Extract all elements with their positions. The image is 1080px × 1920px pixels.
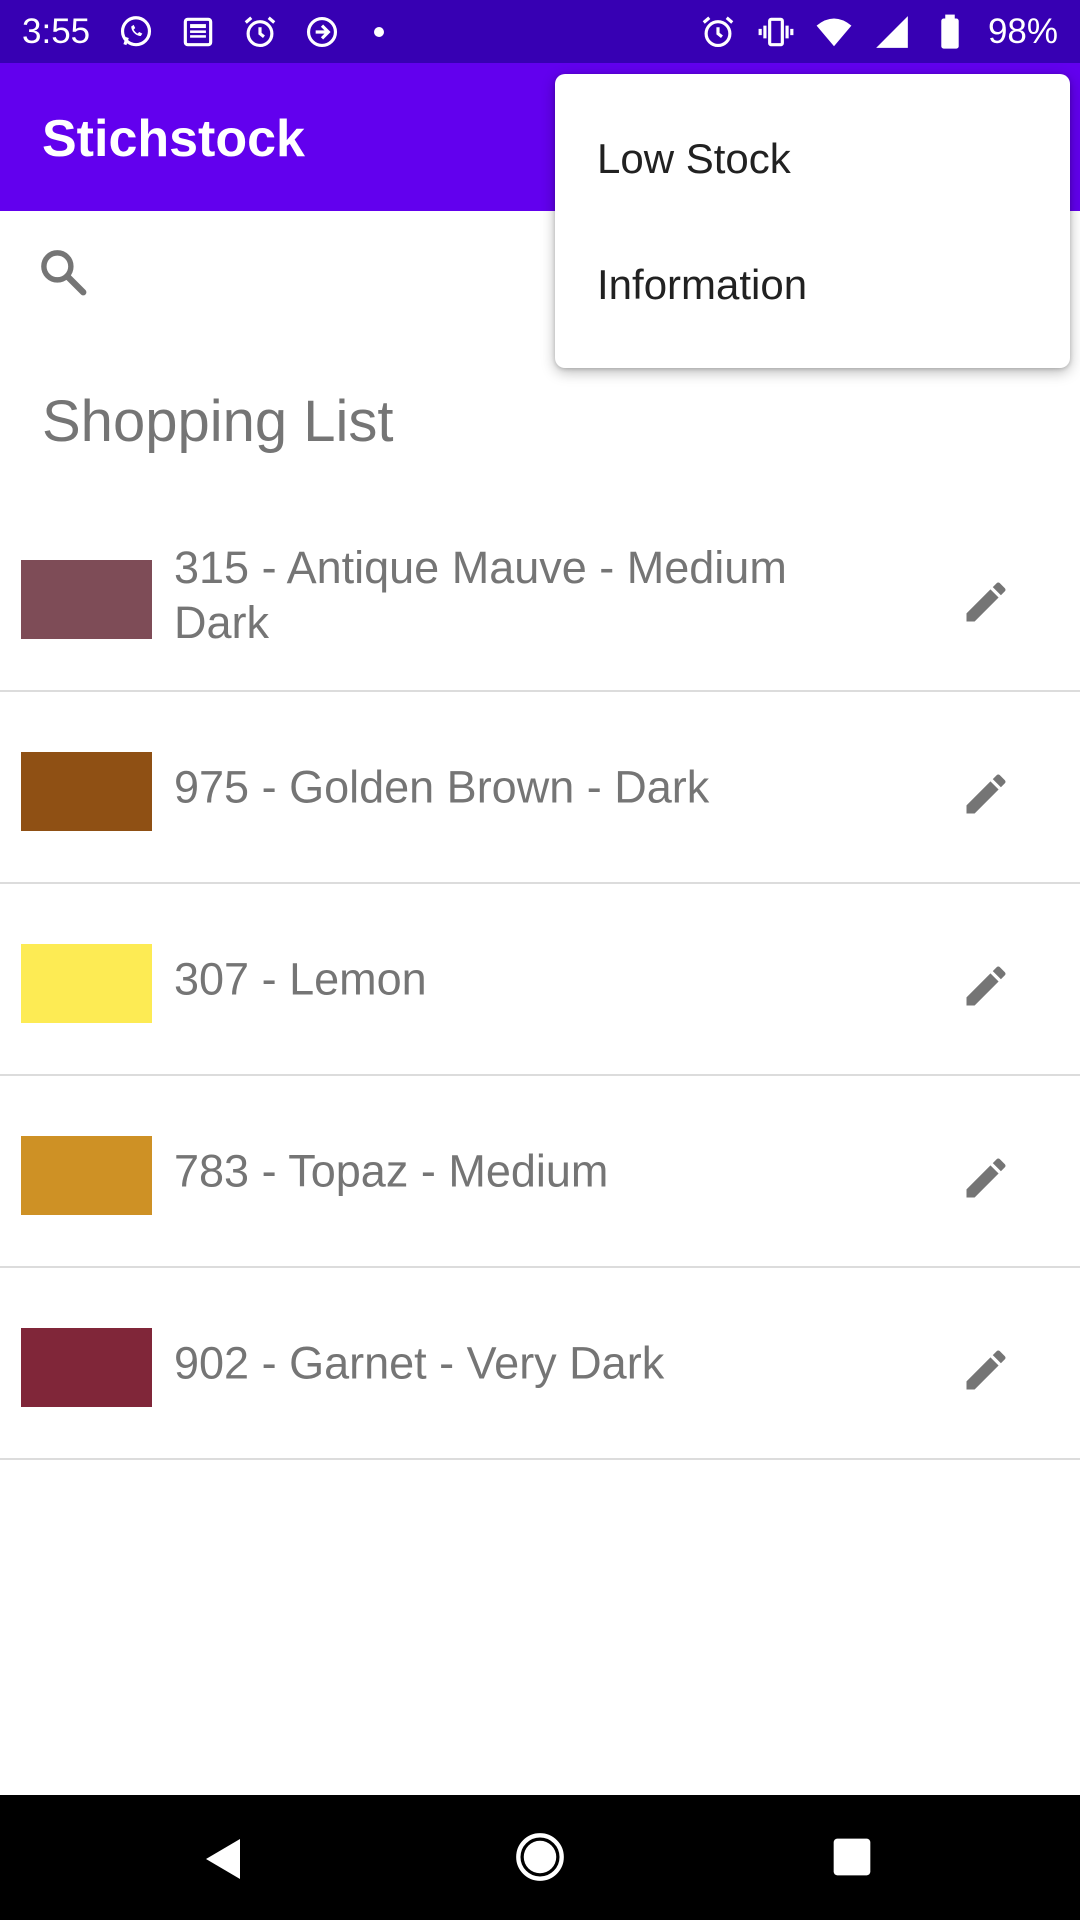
home-icon[interactable] [514, 1831, 566, 1883]
overflow-menu: Low Stock Information [555, 74, 1070, 368]
notification-dot [374, 26, 385, 37]
alarm-icon [698, 12, 738, 52]
battery-percentage: 98% [987, 11, 1058, 51]
item-label: 902 - Garnet - Very Dark [174, 1337, 665, 1389]
app-title: Stichstock [42, 110, 305, 168]
item-label: 975 - Golden Brown - Dark [174, 761, 710, 813]
menu-item-information[interactable]: Information [555, 222, 1070, 348]
pencil-icon [966, 1158, 1006, 1198]
pencil-icon [966, 582, 1006, 622]
status-bar: 3:55 98% [0, 0, 1080, 63]
search-icon[interactable] [36, 245, 90, 299]
navigation-bar [0, 1795, 1080, 1920]
alarm-icon [240, 12, 280, 52]
status-right-icons: 98% [698, 12, 1058, 52]
item-label: 307 - Lemon [174, 953, 427, 1005]
edit-button[interactable] [960, 1344, 1012, 1396]
list-item[interactable]: 307 - Lemon [0, 884, 1080, 1076]
edit-button[interactable] [960, 1152, 1012, 1204]
vibrate-icon [756, 12, 796, 52]
item-label: 783 - Topaz - Medium [174, 1145, 609, 1197]
signal-icon [872, 12, 912, 52]
news-icon [178, 12, 218, 52]
list-item[interactable]: 902 - Garnet - Very Dark [0, 1268, 1080, 1460]
wifi-icon [814, 12, 854, 52]
list-item[interactable]: 783 - Topaz - Medium [0, 1076, 1080, 1268]
status-left-icons [116, 12, 385, 52]
section-title: Shopping List [42, 389, 394, 454]
edit-button[interactable] [960, 768, 1012, 820]
color-swatch [21, 1328, 152, 1407]
color-swatch [21, 560, 152, 639]
edit-button[interactable] [960, 576, 1012, 628]
battery-icon [930, 12, 970, 52]
color-swatch [21, 1136, 152, 1215]
list-item[interactable]: 975 - Golden Brown - Dark [0, 692, 1080, 884]
shopping-list: 315 - Antique Mauve - Medium Dark 975 - … [0, 500, 1080, 1460]
pencil-icon [966, 966, 1006, 1006]
whatsapp-icon [116, 12, 156, 52]
list-item[interactable]: 315 - Antique Mauve - Medium Dark [0, 500, 1080, 692]
data-saver-icon [302, 12, 342, 52]
edit-button[interactable] [960, 960, 1012, 1012]
color-swatch [21, 752, 152, 831]
item-label: 315 - Antique Mauve - Medium Dark [174, 542, 787, 648]
pencil-icon [966, 774, 1006, 814]
color-swatch [21, 944, 152, 1023]
back-icon[interactable] [200, 1835, 248, 1883]
status-time: 3:55 [22, 11, 91, 51]
recent-apps-icon[interactable] [830, 1835, 874, 1879]
menu-item-low-stock[interactable]: Low Stock [555, 96, 1070, 222]
pencil-icon [966, 1350, 1006, 1390]
